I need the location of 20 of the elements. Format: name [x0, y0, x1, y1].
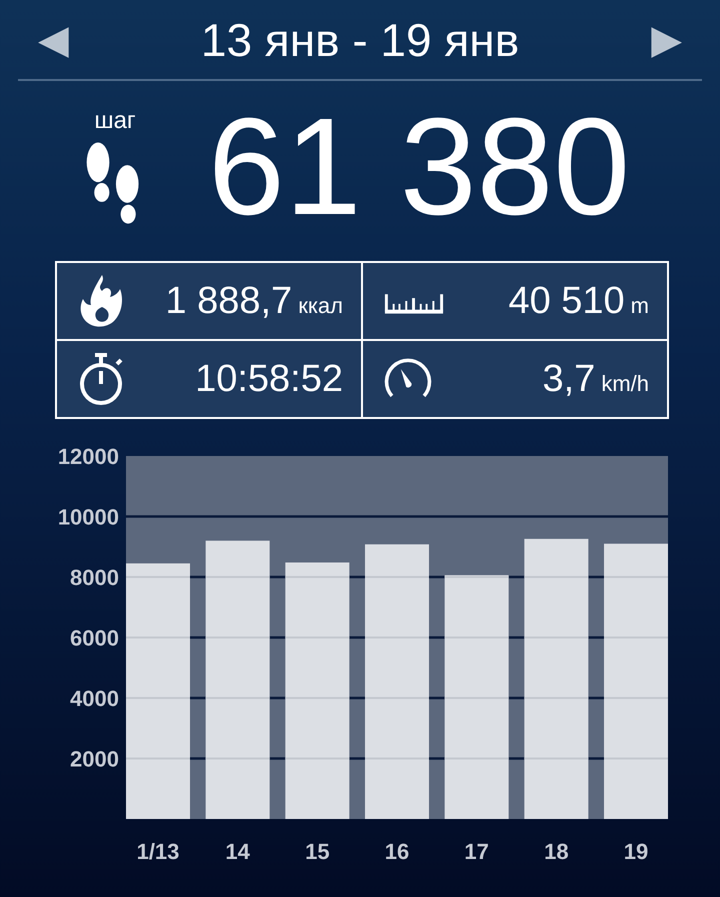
x-axis-label: 16: [384, 839, 410, 864]
x-axis-label: 1/13: [136, 839, 180, 864]
x-axis-label: 19: [624, 839, 648, 864]
step-count: 61 380: [208, 98, 630, 236]
y-axis-label: 10000: [58, 504, 119, 530]
stat-value: 3,7 km/h: [542, 358, 649, 400]
y-axis-label: 8000: [70, 565, 119, 590]
x-axis-label: 15: [305, 839, 330, 864]
stat-value: 1 888,7 ккал: [165, 280, 343, 322]
date-range-title: 13 янв - 19 янв: [200, 12, 520, 66]
y-axis-label: 6000: [70, 626, 119, 650]
stat-value: 10:58:52: [195, 358, 343, 400]
x-axis-label: 14: [225, 839, 250, 864]
y-axis-label: 12000: [58, 444, 119, 469]
x-axis-label: 18: [544, 839, 569, 864]
y-axis-label: 4000: [70, 686, 119, 711]
steps-label: шаг: [94, 107, 136, 135]
stat-value: 40 510 m: [508, 280, 649, 322]
x-axis-label: 17: [464, 839, 489, 864]
y-axis-label: 2000: [70, 746, 119, 772]
